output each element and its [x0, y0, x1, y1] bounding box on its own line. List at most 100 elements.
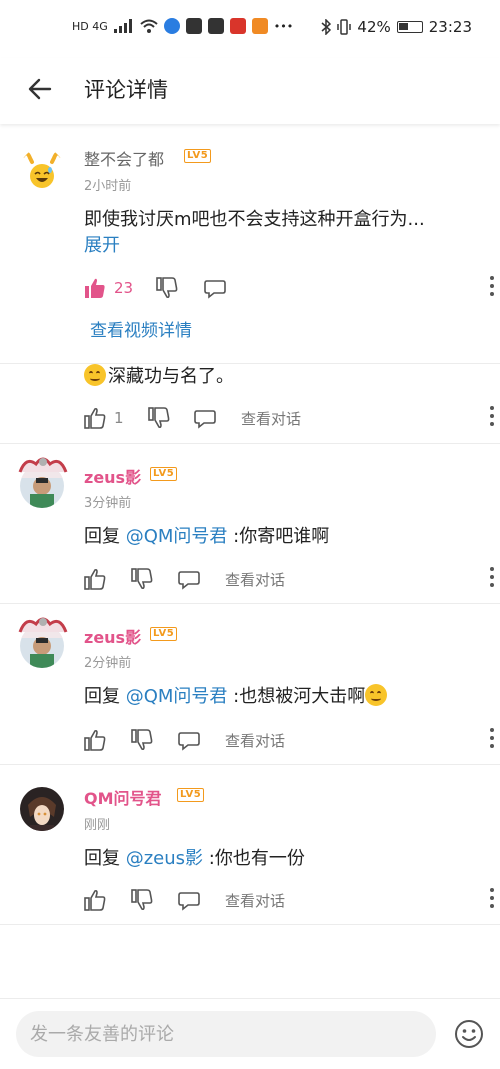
comment-text-line: 即使我讨厌m吧也不会支持这种开盒行为... [84, 209, 425, 230]
more-options-button[interactable] [490, 406, 496, 428]
comment-bubble-icon [204, 280, 226, 299]
thumbs-up-icon [84, 407, 106, 429]
reply-button[interactable] [178, 886, 200, 914]
avatar[interactable] [20, 787, 64, 831]
comment-actions: 23 [84, 274, 494, 302]
page-title: 评论详情 [84, 78, 168, 102]
vibrate-icon [337, 19, 352, 35]
avatar-pendant-icon [18, 457, 68, 473]
like-button[interactable] [84, 565, 106, 593]
like-button[interactable]: 23 [84, 274, 133, 302]
more-options-button[interactable] [490, 276, 496, 298]
comment-reply: QM问号君 LV5 刚刚 回复 @zeus影 :你也有一份 查看对话 [0, 765, 500, 925]
more-options-button[interactable] [490, 728, 496, 750]
wechat-app-icon [207, 18, 224, 34]
reply-button[interactable] [178, 726, 200, 754]
comment-text: 回复 @zeus影 :你也有一份 [84, 846, 484, 872]
smile-emoji-icon [84, 364, 106, 386]
battery-icon [396, 21, 423, 33]
mention-link[interactable]: @zeus影 [126, 848, 203, 869]
comment-actions: 查看对话 [84, 726, 494, 754]
view-conversation-link[interactable]: 查看对话 [225, 890, 285, 911]
view-conversation-link[interactable]: 查看对话 [225, 730, 285, 751]
timestamp: 刚刚 [84, 818, 111, 833]
comment-text-line: :你也有一份 [203, 848, 305, 869]
taobao-app-icon [251, 18, 268, 34]
username[interactable]: QM问号君 [84, 785, 162, 809]
reply-button[interactable] [178, 565, 200, 593]
comment-text: 回复 @QM问号君 :也想被河大击啊 [84, 684, 484, 710]
clock: 23:23 [428, 18, 472, 36]
comment-bubble-icon [178, 571, 200, 590]
dislike-button[interactable] [131, 565, 153, 593]
dislike-button[interactable] [131, 726, 153, 754]
dislike-button[interactable] [131, 886, 153, 914]
battery-percent: 42% [357, 18, 391, 36]
browser-app-icon [163, 18, 180, 34]
status-right: 42% 23:23 [321, 18, 472, 36]
comment-text: 即使我讨厌m吧也不会支持这种开盒行为... 展开 [84, 207, 484, 259]
reply-prefix: 回复 [84, 686, 126, 707]
signal-icon [113, 19, 132, 33]
reply-button[interactable] [204, 274, 226, 302]
qq-app-icon [185, 18, 202, 34]
level-badge: LV5 [184, 149, 212, 163]
more-options-button[interactable] [490, 888, 496, 910]
timestamp: 2小时前 [84, 179, 132, 194]
comment-actions: 查看对话 [84, 565, 494, 593]
dislike-button[interactable] [148, 404, 170, 432]
more-notifications-icon: ••• [273, 19, 294, 33]
avatar[interactable] [20, 148, 64, 192]
like-count: 1 [114, 409, 124, 427]
more-options-button[interactable] [490, 567, 496, 589]
comment-text-line: 深藏功与名了。 [108, 366, 234, 387]
username[interactable]: zeus影 [84, 464, 141, 488]
status-bar: HD 4G ••• 42% 23:23 [0, 0, 500, 58]
thumbs-up-icon [84, 889, 106, 911]
comment-actions: 1 查看对话 [84, 404, 494, 432]
mention-link[interactable]: @QM问号君 [126, 526, 228, 547]
expand-link[interactable]: 展开 [84, 233, 484, 259]
comment-bubble-icon [178, 892, 200, 911]
view-video-link[interactable]: 查看视频详情 [90, 316, 192, 341]
level-badge: LV5 [177, 788, 205, 802]
thumbs-up-icon [84, 568, 106, 590]
back-arrow-icon[interactable] [26, 75, 54, 103]
wifi-icon [140, 19, 158, 33]
view-conversation-link[interactable]: 查看对话 [225, 569, 285, 590]
comment-input[interactable] [16, 1011, 436, 1057]
comment-composer [0, 998, 500, 1069]
comment-bubble-icon [194, 410, 216, 429]
level-badge: LV5 [150, 467, 178, 481]
root-comment: 整不会了都 LV5 2小时前 即使我讨厌m吧也不会支持这种开盒行为... 展开 … [0, 124, 500, 364]
emoji-icon[interactable] [454, 1019, 484, 1049]
comment-text: 回复 @QM问号君 :你寄吧谁啊 [84, 524, 484, 550]
comment-text-line: :你寄吧谁啊 [227, 526, 330, 547]
comment-reply: zeus影 LV5 2分钟前 回复 @QM问号君 :也想被河大击啊 查看对话 [0, 604, 500, 765]
page-header: 评论详情 [0, 58, 500, 124]
thumbs-down-icon [131, 889, 153, 911]
view-conversation-link[interactable]: 查看对话 [241, 408, 301, 429]
thumbs-down-icon [131, 568, 153, 590]
username[interactable]: zeus影 [84, 624, 141, 648]
mention-link[interactable]: @QM问号君 [126, 686, 228, 707]
comment-text: 深藏功与名了。 [84, 364, 484, 390]
qidian-app-icon [229, 18, 246, 34]
username[interactable]: 整不会了都 [84, 146, 164, 170]
like-button[interactable]: 1 [84, 404, 124, 432]
comment-reply: 深藏功与名了。 1 查看对话 [0, 364, 500, 444]
comment-reply: zeus影 LV5 3分钟前 回复 @QM问号君 :你寄吧谁啊 查看对话 [0, 444, 500, 604]
smile-emoji-icon [365, 684, 388, 706]
like-button[interactable] [84, 886, 106, 914]
reply-prefix: 回复 [84, 526, 126, 547]
reply-button[interactable] [194, 404, 216, 432]
like-button[interactable] [84, 726, 106, 754]
comment-text-line: :也想被河大击啊 [227, 686, 366, 707]
thumbs-up-filled-icon [85, 278, 105, 298]
status-left: HD 4G ••• [72, 18, 293, 34]
dislike-button[interactable] [156, 274, 178, 302]
level-badge: LV5 [150, 627, 178, 641]
network-type: HD 4G [72, 19, 108, 33]
thumbs-down-icon [148, 407, 170, 429]
timestamp: 2分钟前 [84, 656, 132, 671]
